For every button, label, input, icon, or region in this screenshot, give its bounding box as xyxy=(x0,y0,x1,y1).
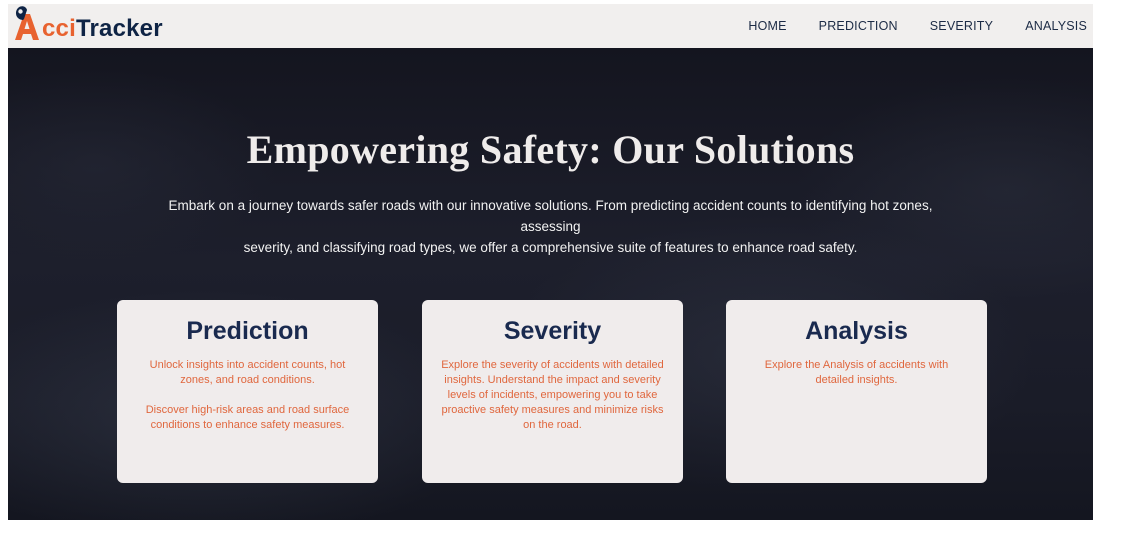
hero-description: Embark on a journey towards safer roads … xyxy=(138,195,963,258)
severity-card[interactable]: Severity Explore the severity of acciden… xyxy=(422,300,683,483)
logo-text-cci: cci xyxy=(42,15,76,42)
nav-severity[interactable]: SEVERITY xyxy=(930,19,993,33)
nav-links: HOME PREDICTION SEVERITY ANALYSIS xyxy=(748,4,1093,48)
card-text: Explore the severity of accidents with d… xyxy=(441,359,664,431)
nav-home[interactable]: HOME xyxy=(748,19,786,33)
card-title: Prediction xyxy=(186,317,309,345)
nav-prediction[interactable]: PREDICTION xyxy=(819,19,898,33)
analysis-card[interactable]: Analysis Explore the Analysis of acciden… xyxy=(726,300,987,483)
hero-title: Empowering Safety: Our Solutions xyxy=(246,127,855,172)
navbar: cciTracker HOME PREDICTION SEVERITY ANAL… xyxy=(8,4,1093,48)
card-text: Unlock insights into accident counts, ho… xyxy=(149,359,346,386)
prediction-card[interactable]: Prediction Unlock insights into accident… xyxy=(117,300,378,483)
hero-section: Empowering Safety: Our Solutions Embark … xyxy=(8,48,1093,520)
hero-description-line-2: severity, and classifying road types, we… xyxy=(243,240,858,255)
page: cciTracker HOME PREDICTION SEVERITY ANAL… xyxy=(8,4,1093,520)
logo-text-tracker: Tracker xyxy=(75,15,163,42)
card-text: Explore the Analysis of accidents with d… xyxy=(764,359,949,386)
hero-description-line-1: Embark on a journey towards safer roads … xyxy=(168,198,933,234)
card-title: Analysis xyxy=(805,317,908,345)
nav-analysis[interactable]: ANALYSIS xyxy=(1025,19,1087,33)
logo[interactable]: cciTracker xyxy=(12,6,163,46)
card-text: Discover high-risk areas and road surfac… xyxy=(145,404,350,431)
map-pin-person-icon xyxy=(12,6,42,46)
card-title: Severity xyxy=(503,317,602,345)
logo-text: cciTracker xyxy=(42,14,163,46)
